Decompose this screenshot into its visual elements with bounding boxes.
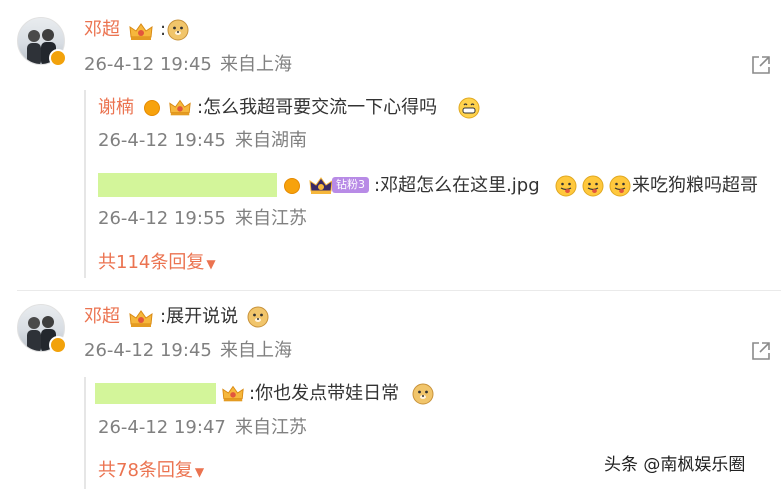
tongue-emoji bbox=[609, 175, 631, 197]
crown-icon bbox=[169, 99, 191, 116]
comment-time: 26-4-12 19:45 bbox=[84, 340, 212, 361]
comment-time: 26-4-12 19:45 bbox=[84, 54, 212, 75]
reply-location: 来自江苏 bbox=[235, 417, 307, 438]
redacted-username bbox=[95, 383, 216, 404]
doge-emoji bbox=[167, 19, 189, 41]
crown-icon bbox=[129, 23, 153, 40]
caret-down-icon: ▼ bbox=[194, 465, 205, 479]
verified-badge-icon bbox=[49, 336, 67, 354]
caret-down-icon: ▼ bbox=[206, 257, 216, 271]
avatar[interactable] bbox=[17, 17, 67, 67]
fan-badge: 钻粉3 bbox=[332, 177, 369, 193]
reply-time: 26-4-12 19:55 bbox=[98, 208, 226, 229]
verified-badge-icon bbox=[49, 49, 67, 67]
comment-divider bbox=[17, 290, 781, 291]
verified-v-icon bbox=[144, 100, 160, 116]
reply-text: :邓超怎么在这里.jpg bbox=[374, 175, 540, 196]
comment-author[interactable]: 邓超 bbox=[84, 305, 120, 329]
grin-emoji bbox=[458, 97, 480, 119]
more-replies-link[interactable]: 共114条回复 ▼ bbox=[98, 251, 216, 276]
reply-text-continued: 来吃狗粮吗超哥 bbox=[632, 175, 758, 196]
comment-text: :展开说说 bbox=[160, 306, 239, 327]
more-replies-label: 共114条回复 bbox=[98, 252, 205, 273]
reply-author[interactable]: 谢楠 bbox=[98, 96, 134, 120]
reply-thread-bar bbox=[84, 90, 86, 278]
tongue-emoji bbox=[582, 175, 604, 197]
share-icon[interactable] bbox=[750, 54, 772, 76]
more-replies-label: 共78条回复 bbox=[98, 460, 193, 481]
reply-text: :怎么我超哥要交流一下心得吗 bbox=[197, 97, 438, 118]
more-replies-link[interactable]: 共78条回复 ▼ bbox=[98, 459, 204, 484]
comment-text: : bbox=[160, 19, 167, 40]
reply-thread-bar bbox=[84, 377, 86, 489]
redacted-username bbox=[98, 173, 277, 197]
watermark: 头条 @南枫娱乐圈 bbox=[604, 455, 746, 475]
doge-emoji bbox=[247, 306, 269, 328]
crown-icon bbox=[222, 385, 244, 402]
comment-location: 来自上海 bbox=[220, 340, 292, 361]
share-icon[interactable] bbox=[750, 340, 772, 362]
reply-location: 来自湖南 bbox=[235, 130, 307, 151]
doge-emoji bbox=[412, 383, 434, 405]
reply-text: :你也发点带娃日常 bbox=[249, 383, 400, 404]
reply-time: 26-4-12 19:45 bbox=[98, 130, 226, 151]
tongue-emoji bbox=[555, 175, 577, 197]
crown-icon bbox=[309, 177, 333, 194]
reply-location: 来自江苏 bbox=[235, 208, 307, 229]
comment-author[interactable]: 邓超 bbox=[84, 18, 120, 42]
verified-v-icon bbox=[284, 178, 300, 194]
comment-location: 来自上海 bbox=[220, 54, 292, 75]
crown-icon bbox=[129, 310, 153, 327]
reply-time: 26-4-12 19:47 bbox=[98, 417, 226, 438]
avatar[interactable] bbox=[17, 304, 67, 354]
